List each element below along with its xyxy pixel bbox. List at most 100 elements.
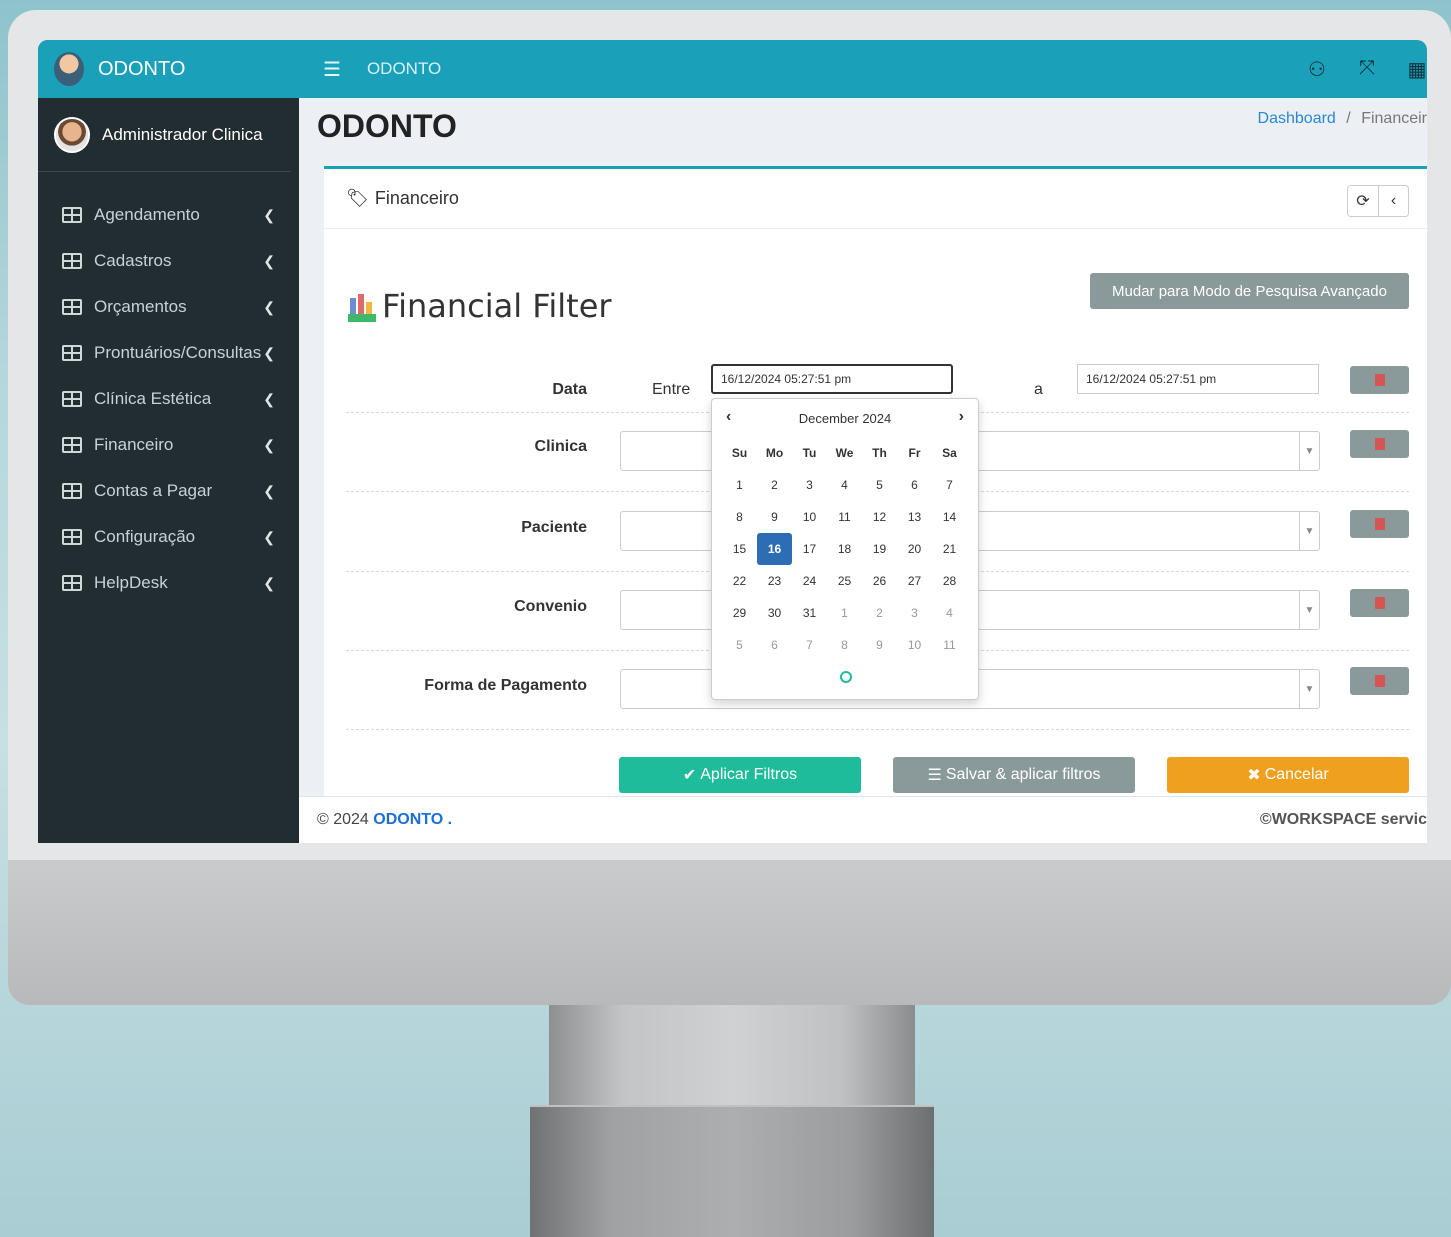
day-cell[interactable]: 15 bbox=[722, 533, 757, 565]
footer-copyright-text: © 2024 bbox=[317, 811, 369, 828]
table-icon bbox=[62, 345, 82, 361]
page-title: ODONTO bbox=[317, 108, 457, 144]
sidebar-item-financeiro[interactable]: Financeiro ❮ bbox=[38, 422, 299, 468]
collapse-icon[interactable]: ‹ bbox=[1378, 186, 1408, 216]
day-cell[interactable]: 3 bbox=[897, 597, 932, 629]
date-label: Data bbox=[552, 381, 587, 398]
day-cell[interactable]: 13 bbox=[897, 501, 932, 533]
clear-payment-button[interactable] bbox=[1350, 667, 1409, 695]
day-cell[interactable]: 26 bbox=[862, 565, 897, 597]
clear-clinic-button[interactable] bbox=[1350, 430, 1409, 458]
day-cell[interactable]: 2 bbox=[757, 469, 792, 501]
cancel-label: Cancelar bbox=[1264, 766, 1329, 783]
day-cell[interactable]: 10 bbox=[792, 501, 827, 533]
chevron-left-icon: ❮ bbox=[263, 528, 275, 545]
sidebar-item-label: Contas a Pagar bbox=[94, 481, 213, 500]
day-cell[interactable]: 5 bbox=[722, 629, 757, 661]
table-icon bbox=[62, 529, 82, 545]
day-cell[interactable]: 10 bbox=[897, 629, 932, 661]
day-cell[interactable]: 27 bbox=[897, 565, 932, 597]
close-icon: ✖ bbox=[1247, 767, 1261, 784]
day-cell[interactable]: 1 bbox=[722, 469, 757, 501]
day-cell[interactable]: 19 bbox=[862, 533, 897, 565]
box-tools: ⟳ ‹ bbox=[1347, 185, 1409, 217]
day-cell[interactable]: 4 bbox=[932, 597, 967, 629]
clear-insurance-button[interactable] bbox=[1350, 589, 1409, 617]
day-cell[interactable]: 30 bbox=[757, 597, 792, 629]
footer-brand-link[interactable]: ODONTO bbox=[373, 811, 443, 828]
user-icon[interactable]: ⚇ bbox=[1307, 57, 1327, 82]
day-cell[interactable]: 7 bbox=[792, 629, 827, 661]
chevron-left-icon: ❮ bbox=[263, 390, 275, 407]
day-cell[interactable]: 17 bbox=[792, 533, 827, 565]
brand[interactable]: ODONTO bbox=[38, 40, 299, 98]
day-cell[interactable]: 6 bbox=[897, 469, 932, 501]
footer: © 2024 ODONTO . ©WORKSPACE servic bbox=[299, 796, 1427, 843]
avatar bbox=[54, 116, 90, 153]
table-icon bbox=[62, 253, 82, 269]
refresh-icon[interactable]: ⟳ bbox=[1348, 186, 1378, 216]
weekday-header: Mo bbox=[765, 446, 784, 460]
weekday-header: Fr bbox=[908, 446, 921, 460]
date-from-input[interactable]: 16/12/2024 05:27:51 pm bbox=[711, 364, 953, 394]
chevron-right-icon[interactable]: › bbox=[959, 408, 964, 426]
fullscreen-icon[interactable]: ⤧ bbox=[1357, 57, 1377, 82]
hamburger-menu-icon[interactable]: ☰ bbox=[323, 57, 341, 82]
apply-filters-button[interactable]: ✔ Aplicar Filtros bbox=[619, 757, 861, 793]
clear-patient-button[interactable] bbox=[1350, 510, 1409, 538]
day-cell[interactable]: 8 bbox=[722, 501, 757, 533]
datepicker-month[interactable]: December 2024 bbox=[799, 411, 892, 426]
date-to-input[interactable]: 16/12/2024 05:27:51 pm bbox=[1077, 364, 1319, 394]
clear-date-button[interactable] bbox=[1350, 366, 1409, 394]
day-cell[interactable]: 11 bbox=[827, 501, 862, 533]
day-cell[interactable]: 11 bbox=[932, 629, 967, 661]
day-cell[interactable]: 3 bbox=[792, 469, 827, 501]
breadcrumb-dashboard-link[interactable]: Dashboard bbox=[1258, 110, 1336, 127]
trash-icon bbox=[1374, 597, 1385, 609]
user-panel[interactable]: Administrador Clinica bbox=[38, 98, 291, 172]
day-cell[interactable]: 12 bbox=[862, 501, 897, 533]
sidebar-item-orcamentos[interactable]: Orçamentos ❮ bbox=[38, 284, 299, 330]
sidebar-item-cadastros[interactable]: Cadastros ❮ bbox=[38, 238, 299, 284]
weekday-header: Sa bbox=[942, 446, 957, 460]
day-cell[interactable]: 20 bbox=[897, 533, 932, 565]
day-cell[interactable]: 9 bbox=[757, 501, 792, 533]
day-cell[interactable]: 14 bbox=[932, 501, 967, 533]
day-cell[interactable]: 21 bbox=[932, 533, 967, 565]
day-cell[interactable]: 9 bbox=[862, 629, 897, 661]
day-cell[interactable]: 8 bbox=[827, 629, 862, 661]
day-cell[interactable]: 31 bbox=[792, 597, 827, 629]
table-icon bbox=[62, 207, 82, 223]
day-cell[interactable]: 7 bbox=[932, 469, 967, 501]
sidebar-item-helpdesk[interactable]: HelpDesk ❮ bbox=[38, 560, 299, 606]
grid-icon[interactable]: ▦ bbox=[1407, 57, 1427, 82]
brand-name: ODONTO bbox=[98, 57, 186, 80]
sidebar-item-contas-a-pagar[interactable]: Contas a Pagar ❮ bbox=[38, 468, 299, 514]
day-cell[interactable]: 25 bbox=[827, 565, 862, 597]
cancel-button[interactable]: ✖ Cancelar bbox=[1167, 757, 1409, 793]
table-icon bbox=[62, 575, 82, 591]
weekday-header: Th bbox=[872, 446, 887, 460]
day-cell[interactable]: 1 bbox=[827, 597, 862, 629]
day-cell[interactable]: 22 bbox=[722, 565, 757, 597]
sidebar-item-configuracao[interactable]: Configuração ❮ bbox=[38, 514, 299, 560]
breadcrumb-separator: / bbox=[1346, 110, 1351, 127]
sidebar-item-prontuarios[interactable]: Prontuários/Consultas ❮ bbox=[38, 330, 299, 376]
save-apply-filters-button[interactable]: ☰ Salvar & aplicar filtros bbox=[893, 757, 1135, 793]
day-cell[interactable]: 24 bbox=[792, 565, 827, 597]
clock-icon[interactable] bbox=[840, 671, 852, 683]
sidebar-item-clinica-estetica[interactable]: Clínica Estética ❮ bbox=[38, 376, 299, 422]
day-cell[interactable]: 23 bbox=[757, 565, 792, 597]
sidebar-item-label: Configuração bbox=[94, 527, 196, 546]
day-cell[interactable]: 28 bbox=[932, 565, 967, 597]
chevron-left-icon[interactable]: ‹ bbox=[726, 408, 731, 426]
sidebar-item-agendamento[interactable]: Agendamento ❮ bbox=[38, 192, 299, 238]
day-cell[interactable]: 5 bbox=[862, 469, 897, 501]
chevron-left-icon: ❮ bbox=[263, 344, 275, 361]
day-cell[interactable]: 4 bbox=[827, 469, 862, 501]
day-cell[interactable]: 18 bbox=[827, 533, 862, 565]
day-cell[interactable]: 2 bbox=[862, 597, 897, 629]
day-cell[interactable]: 6 bbox=[757, 629, 792, 661]
day-cell[interactable]: 16 bbox=[757, 533, 792, 565]
day-cell[interactable]: 29 bbox=[722, 597, 757, 629]
